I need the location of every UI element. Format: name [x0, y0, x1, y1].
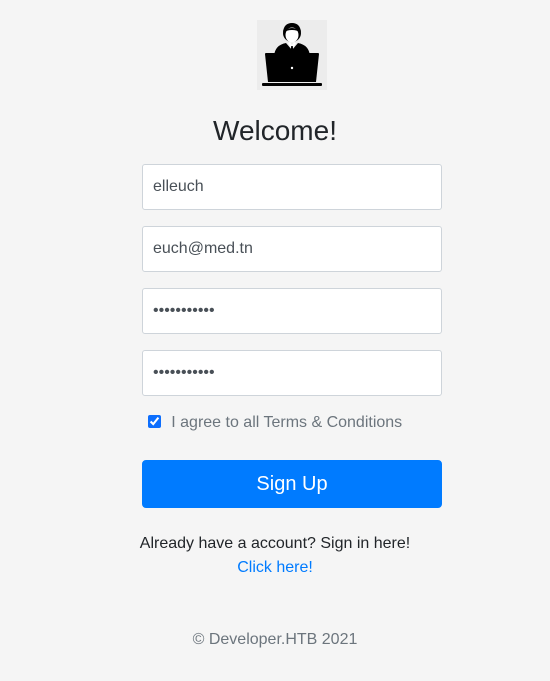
- username-input[interactable]: [142, 164, 442, 210]
- developer-logo: [257, 20, 327, 90]
- signin-link-row: Click here!: [0, 557, 550, 579]
- signin-prompt: Already have a account? Sign in here!: [139, 535, 411, 552]
- footer-copyright: © Developer.HTB 2021: [192, 631, 358, 648]
- email-input[interactable]: [142, 226, 442, 272]
- confirm-password-input[interactable]: [142, 350, 442, 396]
- signin-link[interactable]: Click here!: [237, 559, 313, 576]
- sign-up-button[interactable]: Sign Up: [142, 460, 442, 508]
- developer-laptop-icon: [262, 23, 322, 86]
- terms-label[interactable]: I agree to all Terms & Conditions: [171, 414, 402, 431]
- terms-row: I agree to all Terms & Conditions: [0, 412, 550, 434]
- password-input[interactable]: [142, 288, 442, 334]
- page-title: Welcome!: [213, 115, 337, 146]
- terms-checkbox[interactable]: [147, 415, 161, 428]
